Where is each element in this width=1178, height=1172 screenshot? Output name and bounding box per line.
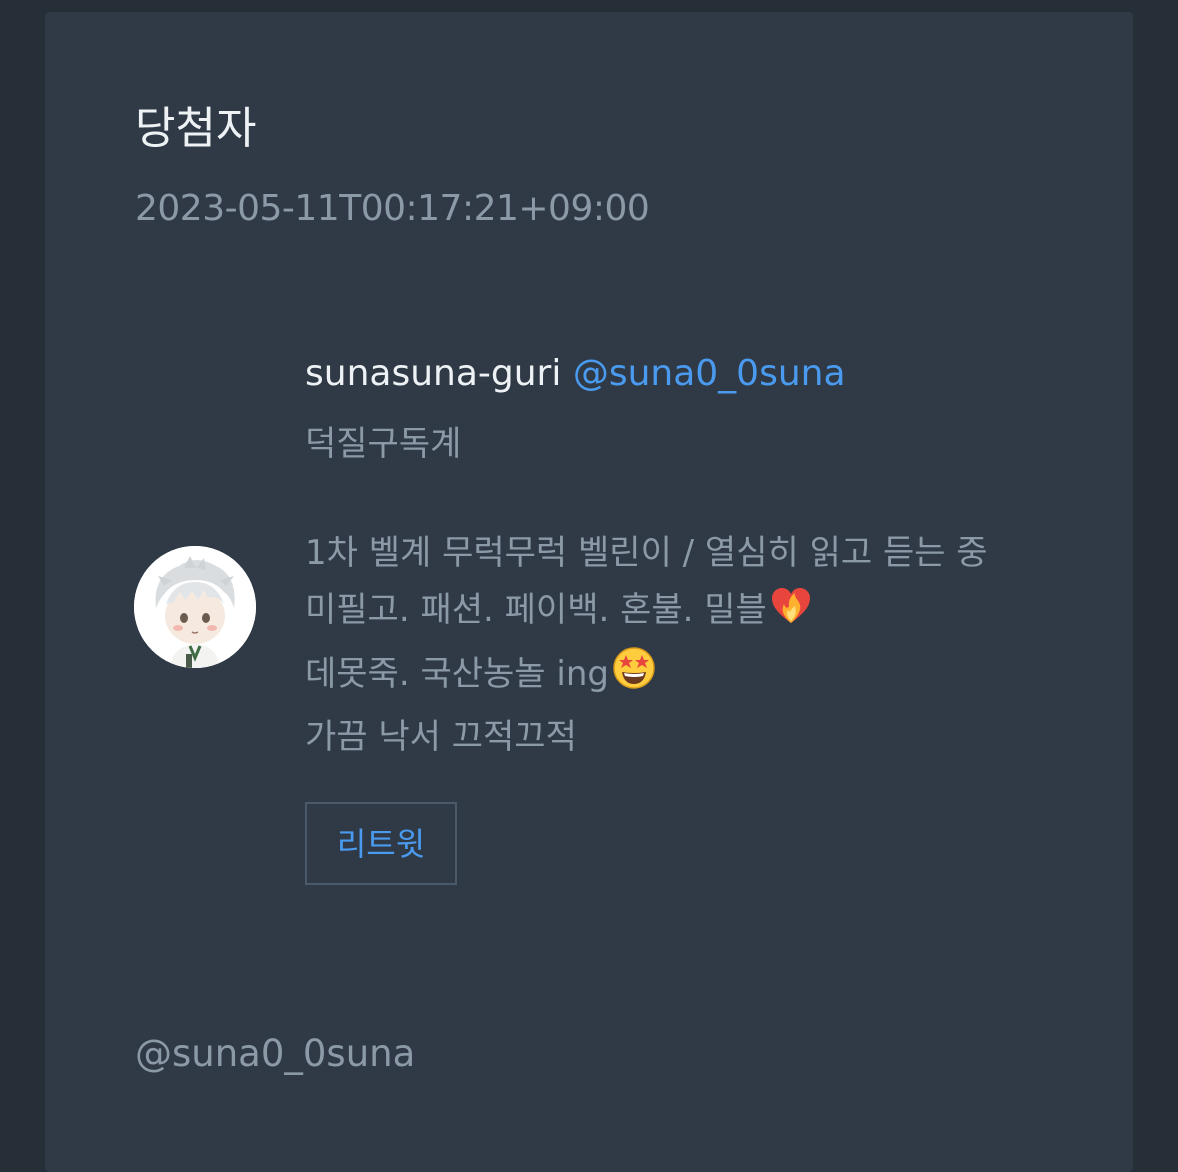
bio-line-with-emoji: 데못죽. 국산농놀 ing [305, 645, 1085, 709]
post-title: 당첨자 [135, 103, 257, 154]
star-struck-face-icon [611, 645, 657, 709]
bio-line: 가끔 낙서 끄적끄적 [305, 717, 577, 757]
bio-line: 미필고. 패션. 페이백. 혼불. 밀블 [305, 590, 767, 630]
retweet-button[interactable]: 리트윗 [305, 802, 457, 885]
bio-line: 1차 벨계 무럭무럭 벨린이 / 열심히 읽고 듣는 중 [305, 533, 988, 573]
post-card: 당첨자 2023-05-11T00:17:21+09:00 sunasuna-g… [45, 12, 1133, 1172]
heart-on-fire-icon [769, 583, 813, 645]
profile-block: sunasuna-guri @suna0_0suna 덕질구독계 1차 벨계 무… [305, 352, 1085, 885]
bio-line: 데못죽. 국산농놀 ing [305, 654, 609, 694]
avatar-image [134, 546, 256, 668]
profile-name-line: sunasuna-guri @suna0_0suna [305, 352, 1085, 396]
footer-handle: @suna0_0suna [135, 1032, 416, 1075]
avatar[interactable] [134, 546, 256, 668]
post-timestamp: 2023-05-11T00:17:21+09:00 [135, 188, 650, 229]
profile-handle-link[interactable]: @suna0_0suna [573, 353, 846, 394]
bio-line-with-emoji: 미필고. 패션. 페이백. 혼불. 밀블 [305, 582, 1085, 645]
profile-bio: 1차 벨계 무럭무럭 벨린이 / 열심히 읽고 듣는 중 미필고. 패션. 페이… [305, 525, 1085, 766]
display-name[interactable]: sunasuna-guri [305, 353, 561, 394]
profile-subtitle: 덕질구독계 [305, 424, 462, 464]
